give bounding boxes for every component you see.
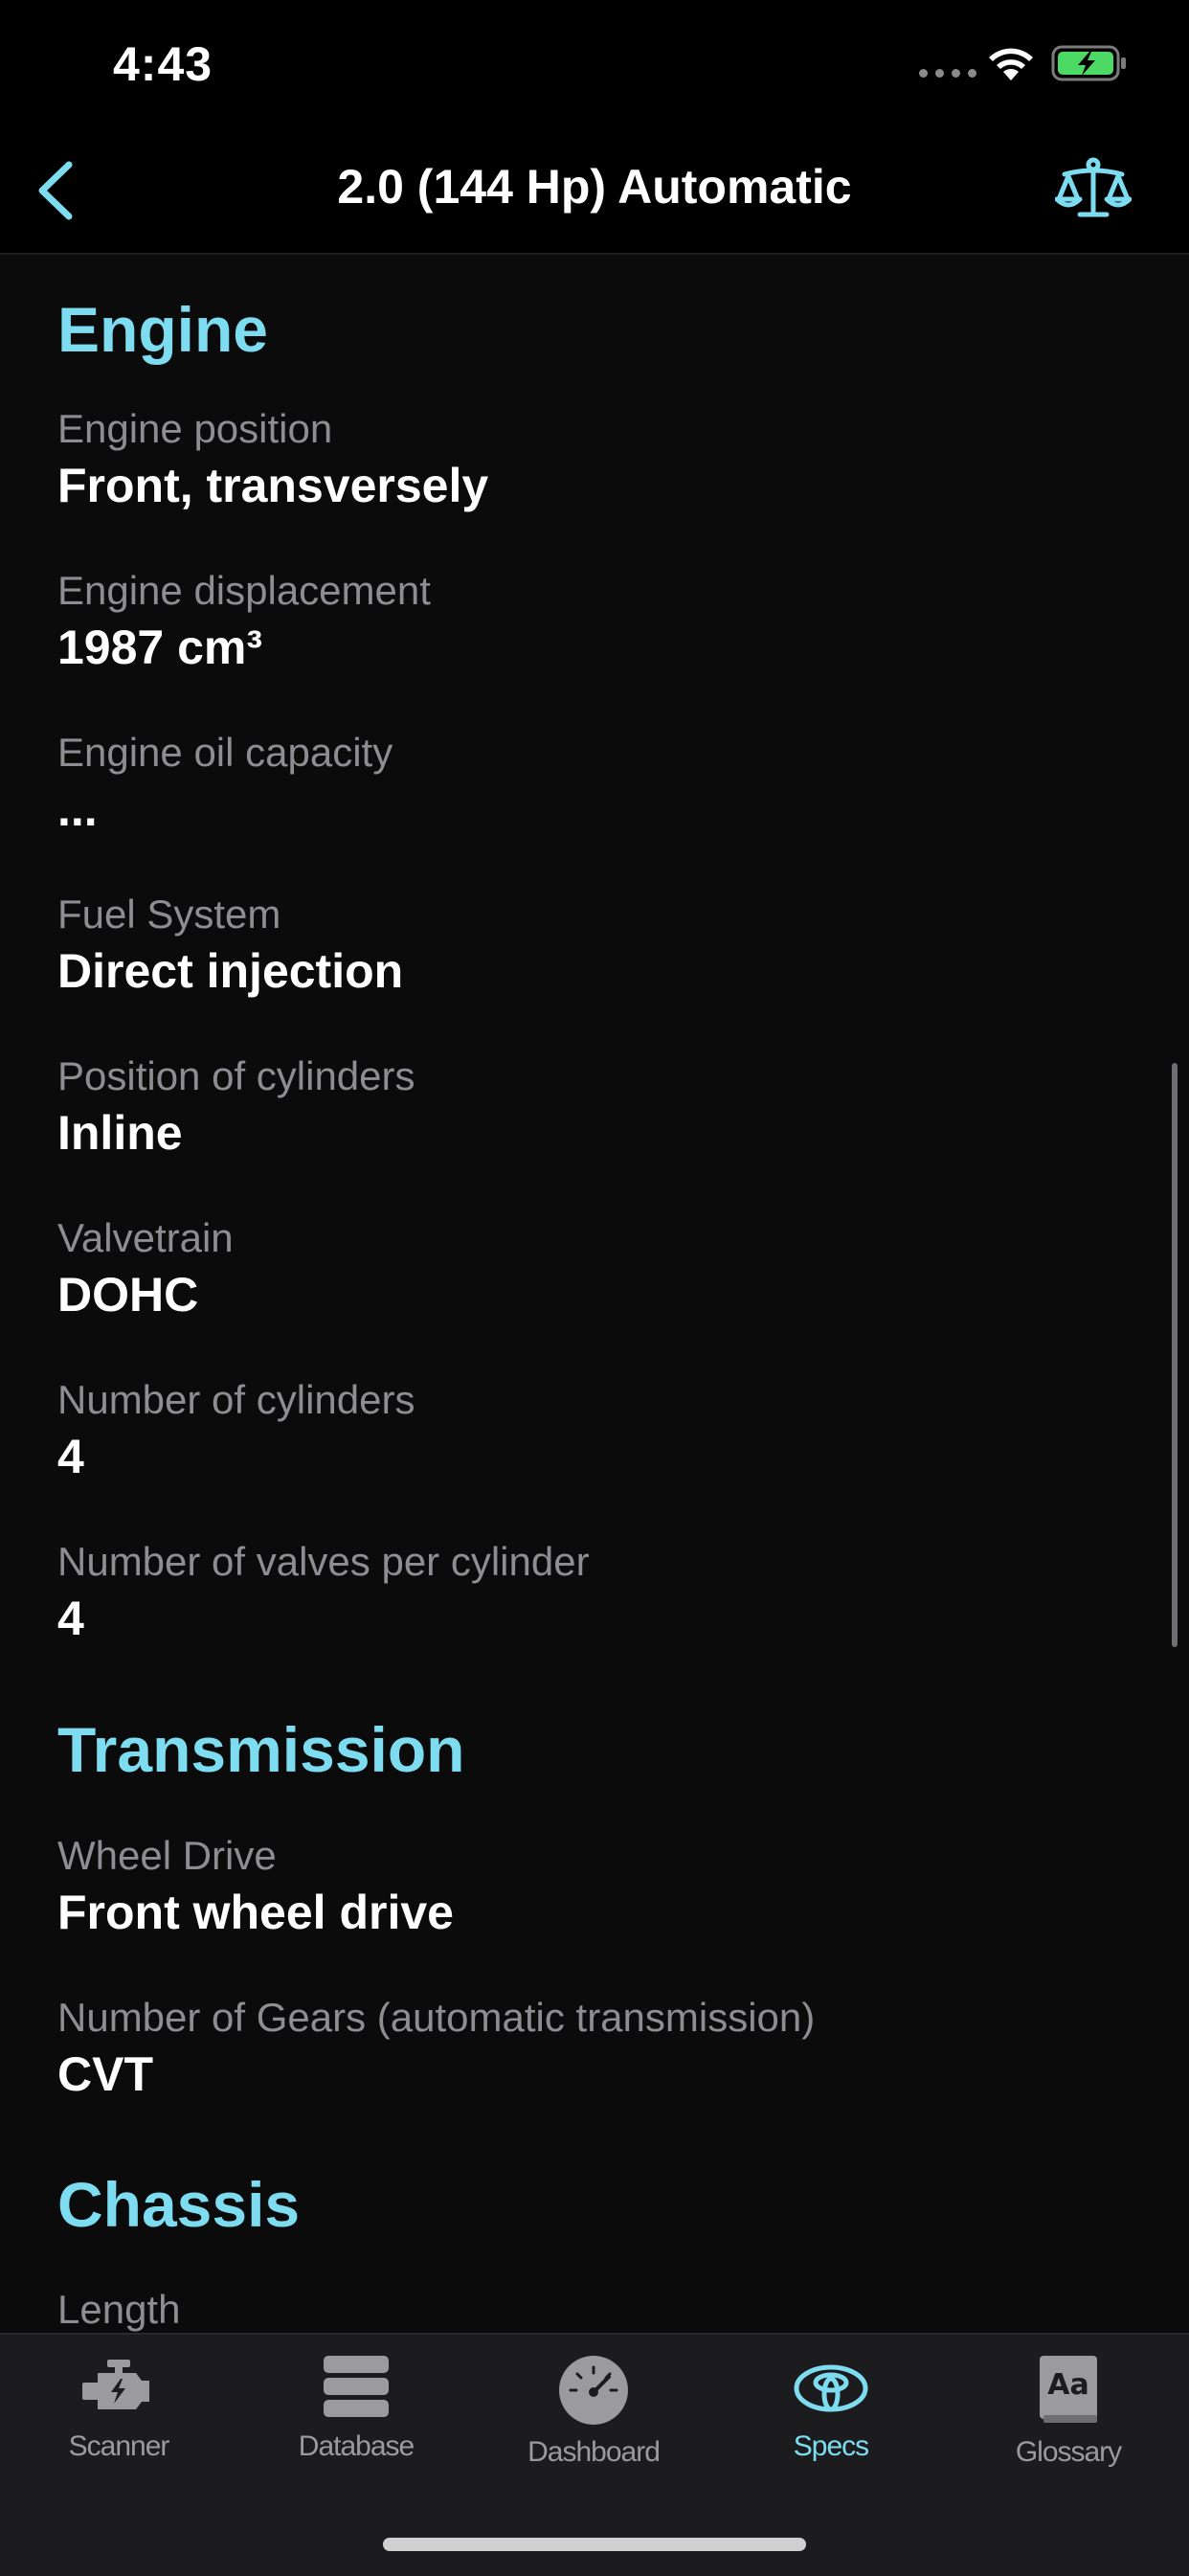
tab-dashboard[interactable]: Dashboard (475, 2354, 712, 2497)
cellular-signal-icon (919, 69, 976, 78)
car-logo-icon (794, 2364, 868, 2412)
specs-content[interactable]: Engine Engine position Front, transverse… (0, 255, 1189, 2333)
section-title-transmission: Transmission (57, 1714, 465, 1785)
tab-glossary[interactable]: Aa Glossary (950, 2354, 1187, 2497)
engine-icon (82, 2360, 149, 2409)
status-time: 4:43 (113, 37, 213, 91)
home-indicator[interactable] (383, 2538, 806, 2551)
spec-value-wheel-drive: Front wheel drive (57, 1886, 454, 1939)
spec-label-engine-position: Engine position (57, 406, 333, 451)
tab-label-dashboard: Dashboard (527, 2436, 661, 2468)
svg-text:Aa: Aa (1047, 2368, 1088, 2402)
spec-value-engine-position: Front, transversely (57, 459, 489, 512)
spec-value-valvetrain: DOHC (57, 1268, 199, 1322)
database-icon (324, 2356, 389, 2417)
tab-database[interactable]: Database (237, 2354, 475, 2497)
spec-label-wheel-drive: Wheel Drive (57, 1833, 277, 1878)
spec-value-valves-per-cylinder: 4 (57, 1592, 84, 1645)
spec-label-engine-oil-capacity: Engine oil capacity (57, 730, 393, 775)
scales-icon[interactable] (1055, 155, 1132, 222)
tab-label-database: Database (298, 2430, 415, 2462)
tab-label-scanner: Scanner (68, 2430, 170, 2462)
spec-value-cylinder-position: Inline (57, 1106, 183, 1160)
status-bar: 4:43 (0, 0, 1189, 126)
spec-value-engine-oil-capacity: ... (57, 782, 98, 836)
spec-label-cylinder-position: Position of cylinders (57, 1053, 415, 1098)
spec-label-valvetrain: Valvetrain (57, 1215, 234, 1260)
gauge-icon (559, 2356, 628, 2425)
spec-value-number-of-gears: CVT (57, 2047, 153, 2101)
spec-value-fuel-system: Direct injection (57, 944, 404, 998)
spec-label-engine-displacement: Engine displacement (57, 568, 431, 613)
spec-label-length: Length (57, 2287, 181, 2332)
dictionary-icon: Aa (1040, 2356, 1097, 2423)
spec-label-number-of-gears: Number of Gears (automatic transmission) (57, 1995, 816, 2040)
page-title: 2.0 (144 Hp) Automatic (337, 160, 852, 214)
wifi-icon (989, 48, 1033, 80)
scroll-indicator[interactable] (1172, 1063, 1178, 1647)
section-title-chassis: Chassis (57, 2169, 301, 2240)
spec-label-number-of-cylinders: Number of cylinders (57, 1377, 415, 1422)
tab-label-glossary: Glossary (1015, 2436, 1122, 2468)
spec-value-engine-displacement: 1987 cm³ (57, 621, 263, 674)
battery-charging-icon (1051, 45, 1126, 81)
spec-label-fuel-system: Fuel System (57, 892, 281, 937)
section-title-engine: Engine (57, 294, 269, 365)
tab-label-specs: Specs (793, 2430, 869, 2462)
tab-specs[interactable]: Specs (712, 2354, 950, 2497)
spec-value-number-of-cylinders: 4 (57, 1430, 84, 1483)
navigation-bar: 2.0 (144 Hp) Automatic (0, 126, 1189, 255)
tab-scanner[interactable]: Scanner (0, 2354, 237, 2497)
spec-label-valves-per-cylinder: Number of valves per cylinder (57, 1539, 590, 1584)
